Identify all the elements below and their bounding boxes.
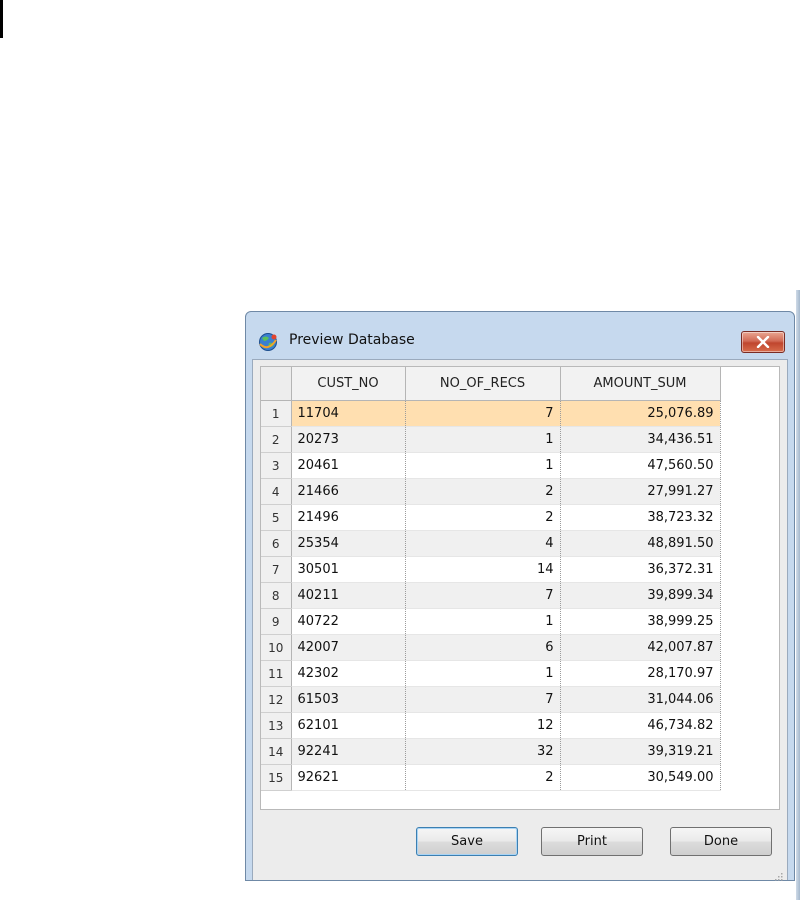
row-number-cell[interactable]: 5 [261, 504, 292, 531]
no-of-recs-cell[interactable]: 2 [405, 764, 561, 791]
row-number-cell[interactable]: 15 [261, 764, 292, 791]
table-row[interactable]: 15 92621 2 30,549.00 [261, 764, 721, 791]
cust-no-cell[interactable]: 21466 [291, 478, 406, 505]
amount-sum-cell[interactable]: 36,372.31 [560, 556, 721, 583]
row-number-cell[interactable]: 14 [261, 738, 292, 765]
table-row[interactable]: 14 92241 32 39,319.21 [261, 738, 721, 765]
cust-no-cell[interactable]: 92241 [291, 738, 406, 765]
cust-no-cell[interactable]: 20461 [291, 452, 406, 479]
row-number-cell[interactable]: 1 [261, 400, 292, 427]
row-number-cell[interactable]: 6 [261, 530, 292, 557]
cust-no-cell[interactable]: 42007 [291, 634, 406, 661]
no-of-recs-cell[interactable]: 7 [405, 686, 561, 713]
amount-sum-cell[interactable]: 31,044.06 [560, 686, 721, 713]
table-row[interactable]: 7 30501 14 36,372.31 [261, 556, 721, 583]
amount-sum-cell[interactable]: 47,560.50 [560, 452, 721, 479]
table-row[interactable]: 5 21496 2 38,723.32 [261, 504, 721, 531]
row-number-cell[interactable]: 9 [261, 608, 292, 635]
cust-no-cell[interactable]: 11704 [291, 400, 406, 427]
row-number-cell[interactable]: 10 [261, 634, 292, 661]
column-header-no-of-recs[interactable]: NO_OF_RECS [405, 367, 561, 401]
table-row[interactable]: 3 20461 1 47,560.50 [261, 452, 721, 479]
no-of-recs-cell[interactable]: 1 [405, 608, 561, 635]
close-button[interactable] [741, 331, 785, 353]
table-row[interactable]: 10 42007 6 42,007.87 [261, 634, 721, 661]
amount-sum-cell[interactable]: 25,076.89 [560, 400, 721, 427]
table-row[interactable]: 6 25354 4 48,891.50 [261, 530, 721, 557]
cust-no-cell[interactable]: 25354 [291, 530, 406, 557]
row-number-cell[interactable]: 8 [261, 582, 292, 609]
title-bar[interactable]: Preview Database [246, 312, 794, 353]
header-row: CUST_NO NO_OF_RECS AMOUNT_SUM [261, 367, 721, 401]
amount-sum-cell[interactable]: 39,319.21 [560, 738, 721, 765]
row-number-cell[interactable]: 12 [261, 686, 292, 713]
no-of-recs-cell[interactable]: 14 [405, 556, 561, 583]
no-of-recs-cell[interactable]: 32 [405, 738, 561, 765]
amount-sum-cell[interactable]: 48,891.50 [560, 530, 721, 557]
no-of-recs-cell[interactable]: 7 [405, 400, 561, 427]
app-globe-icon [258, 332, 278, 352]
preview-table: CUST_NO NO_OF_RECS AMOUNT_SUM 1 11704 7 25,… [261, 367, 721, 791]
table-row[interactable]: 13 62101 12 46,734.82 [261, 712, 721, 739]
no-of-recs-cell[interactable]: 1 [405, 660, 561, 687]
resize-grip-icon[interactable] [773, 866, 783, 881]
close-x-icon [756, 333, 770, 352]
done-button[interactable]: Done [670, 827, 772, 856]
data-grid[interactable]: CUST_NO NO_OF_RECS AMOUNT_SUM 1 11704 7 25,… [260, 366, 780, 810]
column-header-cust-no[interactable]: CUST_NO [291, 367, 406, 401]
amount-sum-cell[interactable]: 42,007.87 [560, 634, 721, 661]
row-number-cell[interactable]: 4 [261, 478, 292, 505]
background-edge-marker [0, 0, 3, 38]
no-of-recs-cell[interactable]: 12 [405, 712, 561, 739]
table-row[interactable]: 11 42302 1 28,170.97 [261, 660, 721, 687]
amount-sum-cell[interactable]: 27,991.27 [560, 478, 721, 505]
table-row[interactable]: 4 21466 2 27,991.27 [261, 478, 721, 505]
cust-no-cell[interactable]: 62101 [291, 712, 406, 739]
table-row[interactable]: 2 20273 1 34,436.51 [261, 426, 721, 453]
cust-no-cell[interactable]: 20273 [291, 426, 406, 453]
cust-no-cell[interactable]: 30501 [291, 556, 406, 583]
amount-sum-cell[interactable]: 46,734.82 [560, 712, 721, 739]
amount-sum-cell[interactable]: 28,170.97 [560, 660, 721, 687]
cust-no-cell[interactable]: 40211 [291, 582, 406, 609]
no-of-recs-cell[interactable]: 1 [405, 452, 561, 479]
cust-no-cell[interactable]: 42302 [291, 660, 406, 687]
cust-no-cell[interactable]: 61503 [291, 686, 406, 713]
no-of-recs-cell[interactable]: 6 [405, 634, 561, 661]
grid-corner-cell[interactable] [261, 367, 292, 401]
table-row[interactable]: 1 11704 7 25,076.89 [261, 400, 721, 427]
table-row[interactable]: 8 40211 7 39,899.34 [261, 582, 721, 609]
print-button[interactable]: Print [541, 827, 643, 856]
amount-sum-cell[interactable]: 30,549.00 [560, 764, 721, 791]
window-title: Preview Database [289, 332, 415, 348]
no-of-recs-cell[interactable]: 4 [405, 530, 561, 557]
table-row[interactable]: 9 40722 1 38,999.25 [261, 608, 721, 635]
row-number-cell[interactable]: 11 [261, 660, 292, 687]
cust-no-cell[interactable]: 92621 [291, 764, 406, 791]
row-number-cell[interactable]: 3 [261, 452, 292, 479]
no-of-recs-cell[interactable]: 2 [405, 478, 561, 505]
row-number-cell[interactable]: 2 [261, 426, 292, 453]
row-number-cell[interactable]: 7 [261, 556, 292, 583]
save-button[interactable]: Save [416, 827, 518, 856]
preview-database-dialog: Preview Database CUST_NO NO_OF_RECS AMOU… [245, 311, 795, 881]
amount-sum-cell[interactable]: 38,999.25 [560, 608, 721, 635]
table-row[interactable]: 12 61503 7 31,044.06 [261, 686, 721, 713]
background-window-edge [796, 290, 800, 900]
no-of-recs-cell[interactable]: 1 [405, 426, 561, 453]
row-number-cell[interactable]: 13 [261, 712, 292, 739]
dialog-client-area: CUST_NO NO_OF_RECS AMOUNT_SUM 1 11704 7 25,… [252, 359, 788, 881]
amount-sum-cell[interactable]: 38,723.32 [560, 504, 721, 531]
amount-sum-cell[interactable]: 39,899.34 [560, 582, 721, 609]
no-of-recs-cell[interactable]: 2 [405, 504, 561, 531]
cust-no-cell[interactable]: 21496 [291, 504, 406, 531]
cust-no-cell[interactable]: 40722 [291, 608, 406, 635]
amount-sum-cell[interactable]: 34,436.51 [560, 426, 721, 453]
no-of-recs-cell[interactable]: 7 [405, 582, 561, 609]
button-bar: Save Print Done [253, 821, 787, 861]
column-header-amount-sum[interactable]: AMOUNT_SUM [560, 367, 721, 401]
